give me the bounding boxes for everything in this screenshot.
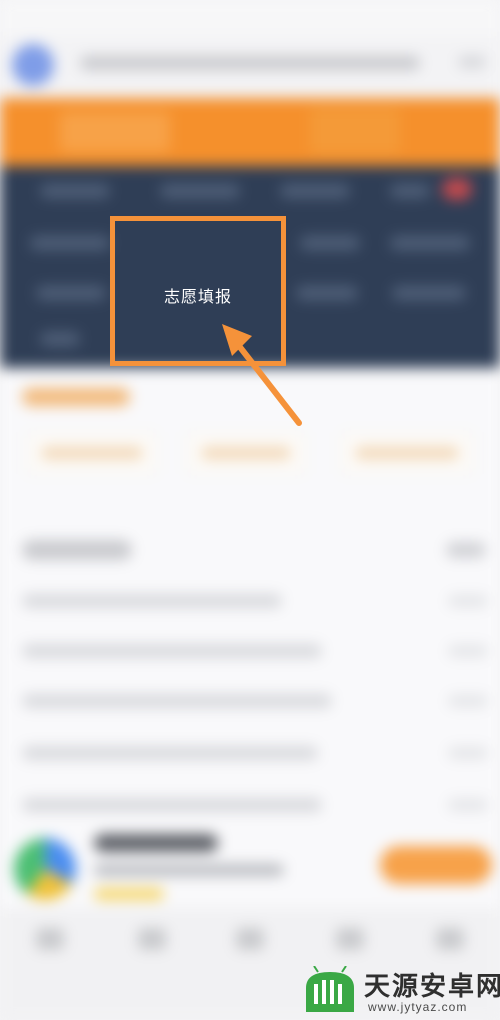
menu-item[interactable]	[390, 236, 470, 250]
list-item[interactable]	[22, 694, 332, 708]
menu-item[interactable]	[30, 236, 110, 250]
more-link[interactable]	[446, 542, 486, 558]
menu-item[interactable]	[160, 184, 240, 198]
list-item-date	[448, 645, 488, 657]
menu-item[interactable]	[40, 332, 80, 346]
menu-item[interactable]	[36, 286, 106, 300]
list-item-date	[448, 747, 488, 759]
section-title	[22, 540, 132, 560]
list-item-date	[448, 799, 488, 811]
nav-home-icon[interactable]	[36, 928, 64, 950]
list-item[interactable]	[22, 594, 282, 608]
watermark-title: 天源安卓网	[364, 972, 500, 1002]
nav-icon[interactable]	[236, 928, 264, 950]
menu-item[interactable]	[392, 286, 466, 300]
menu-item[interactable]	[280, 184, 350, 198]
list-item-date	[448, 695, 488, 707]
section-tag	[22, 388, 130, 406]
status-bar	[0, 0, 500, 36]
list-item[interactable]	[22, 798, 322, 812]
browser-menu-icon[interactable]	[458, 56, 486, 68]
list-item[interactable]	[22, 746, 318, 760]
nav-icon[interactable]	[336, 928, 364, 950]
site-favicon-icon	[12, 44, 54, 86]
menu-item[interactable]	[296, 286, 358, 300]
hot-badge	[442, 178, 472, 200]
nav-profile-icon[interactable]	[436, 928, 464, 950]
list-item-date	[448, 595, 488, 607]
menu-item[interactable]	[390, 184, 430, 198]
address-text[interactable]	[80, 56, 420, 70]
banner-decoration	[60, 112, 170, 152]
banner-decoration	[310, 108, 400, 154]
app-logo-icon	[14, 838, 76, 900]
nav-icon[interactable]	[138, 928, 166, 950]
menu-item-zhiyuan-tianbao[interactable]: 志愿填报	[110, 216, 286, 366]
android-robot-icon	[306, 966, 354, 1012]
list-item[interactable]	[22, 644, 322, 658]
menu-item-label: 志愿填报	[163, 287, 232, 306]
watermark-url: www.jytyaz.com	[368, 1000, 468, 1014]
open-app-button[interactable]	[380, 846, 492, 884]
filter-chip[interactable]	[340, 432, 474, 474]
menu-item[interactable]	[40, 184, 110, 198]
app-name	[94, 834, 218, 852]
menu-item[interactable]	[300, 236, 360, 250]
app-rating-stars	[94, 888, 164, 900]
filter-chip[interactable]	[186, 432, 306, 474]
app-subtitle	[94, 864, 284, 876]
filter-chip[interactable]	[26, 432, 158, 474]
